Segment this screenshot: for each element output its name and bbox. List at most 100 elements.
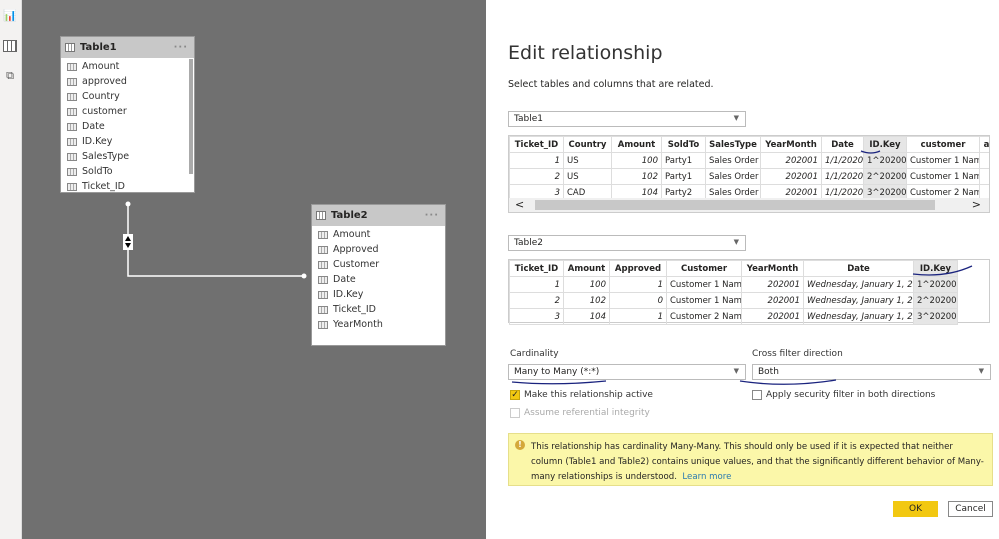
column-header[interactable]: ID.Key xyxy=(863,136,907,153)
table1-select[interactable]: Table1 ▼ xyxy=(508,111,746,127)
relationship-line[interactable] xyxy=(22,0,486,539)
table-row: 1 US 100 Party1 Sales Order 202001 1/1/2020 1^2… xyxy=(509,152,989,169)
table-cell: Customer 1 Name xyxy=(666,292,742,309)
column-header[interactable]: Country xyxy=(563,136,612,153)
table-cell: Customer 1 Name xyxy=(906,152,980,169)
table-row: 1 100 1 Customer 1 Name 202001 Wednesday, Jan… xyxy=(509,276,958,293)
column-header[interactable]: Approved xyxy=(609,260,667,277)
table-cell: Customer 1 Name xyxy=(666,276,742,293)
table-cell: 3^202001 xyxy=(913,308,958,325)
table-cell xyxy=(979,168,989,185)
column-header[interactable]: ap xyxy=(979,136,989,153)
scroll-right-icon[interactable]: > xyxy=(972,198,981,211)
model-canvas[interactable]: Table1 ··· Amount approved Country customer D… xyxy=(22,0,486,539)
table-row: 2 102 0 Customer 1 Name 202001 Wednesday, Jan… xyxy=(509,292,958,309)
table-cell: Wednesday, January 1, 2020 xyxy=(803,292,914,309)
security-label: Apply security filter in both directions xyxy=(766,390,936,400)
table-cell: 2^202001 xyxy=(863,168,907,185)
select-value: Table2 xyxy=(514,238,543,248)
endpoint-dot xyxy=(301,273,307,279)
edit-relationship-dialog: Edit relationship Select tables and colu… xyxy=(486,0,999,539)
table-cell: 1 xyxy=(609,276,667,293)
security-checkbox[interactable] xyxy=(752,390,762,400)
column-header[interactable]: Date xyxy=(821,136,864,153)
table-cell: 1^202001 xyxy=(913,276,958,293)
table-cell: 0 xyxy=(609,292,667,309)
table-cell: 2 xyxy=(509,292,564,309)
active-checkbox[interactable]: ✓ xyxy=(510,390,520,400)
crossfilter-select[interactable]: Both ▼ xyxy=(752,364,991,380)
table-cell: 1^202001 xyxy=(863,152,907,169)
column-header[interactable]: ID.Key xyxy=(913,260,958,277)
column-header[interactable]: Amount xyxy=(563,260,610,277)
learn-more-link[interactable]: Learn more xyxy=(682,472,731,482)
header-row: Ticket_ID Country Amount SoldTo SalesType Yea… xyxy=(509,136,989,153)
cardinality-select[interactable]: Many to Many (*:*) ▼ xyxy=(508,364,746,380)
chevron-down-icon: ▼ xyxy=(733,114,739,122)
table-cell: Wednesday, January 1, 2020 xyxy=(803,276,914,293)
column-header[interactable]: YearMonth xyxy=(760,136,822,153)
column-header[interactable]: Ticket_ID xyxy=(509,260,564,277)
table1-preview[interactable]: Ticket_ID Country Amount SoldTo SalesType Yea… xyxy=(508,135,990,213)
header-row: Ticket_ID Amount Approved Customer YearMonth… xyxy=(509,260,958,277)
table-row: 3 104 1 Customer 2 Name 202001 Wednesday, Jan… xyxy=(509,308,958,325)
table2-preview[interactable]: Ticket_ID Amount Approved Customer YearMonth… xyxy=(508,259,990,325)
table-cell: 1 xyxy=(509,276,564,293)
column-header[interactable]: SoldTo xyxy=(661,136,706,153)
cardinality-label: Cardinality xyxy=(510,349,559,359)
table-cell xyxy=(979,152,989,169)
ok-button[interactable]: OK xyxy=(893,501,938,517)
crossfilter-label: Cross filter direction xyxy=(752,349,843,359)
column-header[interactable]: customer xyxy=(906,136,980,153)
table-cell: 202001 xyxy=(760,168,822,185)
horizontal-scrollbar[interactable]: < > xyxy=(509,198,989,212)
table-cell: US xyxy=(563,168,612,185)
table-cell: 1/1/2020 xyxy=(821,168,864,185)
warning-icon: ! xyxy=(515,440,525,450)
select-value: Table1 xyxy=(514,114,543,124)
table-cell: Customer 2 Name xyxy=(666,308,742,325)
select-value: Many to Many (*:*) xyxy=(514,367,600,377)
table-cell: Party1 xyxy=(661,152,706,169)
table-cell: 1/1/2020 xyxy=(821,152,864,169)
active-label: Make this relationship active xyxy=(524,390,653,400)
table-cell: 102 xyxy=(563,292,610,309)
table-cell: 102 xyxy=(611,168,662,185)
column-header[interactable]: YearMonth xyxy=(741,260,804,277)
table-cell: 100 xyxy=(563,276,610,293)
model-icon[interactable]: ⧉ xyxy=(3,70,17,82)
column-header[interactable]: SalesType xyxy=(705,136,761,153)
report-icon[interactable]: 📊 xyxy=(3,10,17,22)
chevron-down-icon: ▼ xyxy=(733,238,739,246)
table-cell: 100 xyxy=(611,152,662,169)
column-header[interactable]: Amount xyxy=(611,136,662,153)
table-cell: 3 xyxy=(509,308,564,325)
table-cell: Wednesday, January 1, 2020 xyxy=(803,308,914,325)
column-header[interactable]: Ticket_ID xyxy=(509,136,564,153)
dialog-subtitle: Select tables and columns that are relat… xyxy=(508,79,714,90)
table-cell: 1 xyxy=(609,308,667,325)
dialog-title: Edit relationship xyxy=(508,42,663,64)
table2-select[interactable]: Table2 ▼ xyxy=(508,235,746,251)
scroll-left-icon[interactable]: < xyxy=(515,198,524,211)
table-cell: Sales Order xyxy=(705,168,761,185)
column-header[interactable]: Customer xyxy=(666,260,742,277)
table-row: 2 US 102 Party1 Sales Order 202001 1/1/2020 2^2… xyxy=(509,168,989,185)
table-cell: 202001 xyxy=(760,152,822,169)
data-icon[interactable] xyxy=(3,40,17,52)
cancel-button[interactable]: Cancel xyxy=(948,501,993,517)
chevron-down-icon: ▼ xyxy=(978,367,984,375)
integrity-checkbox xyxy=(510,408,520,418)
column-header[interactable]: Date xyxy=(803,260,914,277)
table-cell: Sales Order xyxy=(705,152,761,169)
table-cell: 2^202001 xyxy=(913,292,958,309)
table-cell: US xyxy=(563,152,612,169)
table-cell: 202001 xyxy=(741,308,804,325)
left-nav: 📊 ⧉ xyxy=(0,0,22,539)
table-cell: 202001 xyxy=(741,276,804,293)
table-cell: 202001 xyxy=(741,292,804,309)
integrity-label: Assume referential integrity xyxy=(524,408,650,418)
table-cell: Party1 xyxy=(661,168,706,185)
chevron-down-icon: ▼ xyxy=(733,367,739,375)
table-cell: 1 xyxy=(509,152,564,169)
